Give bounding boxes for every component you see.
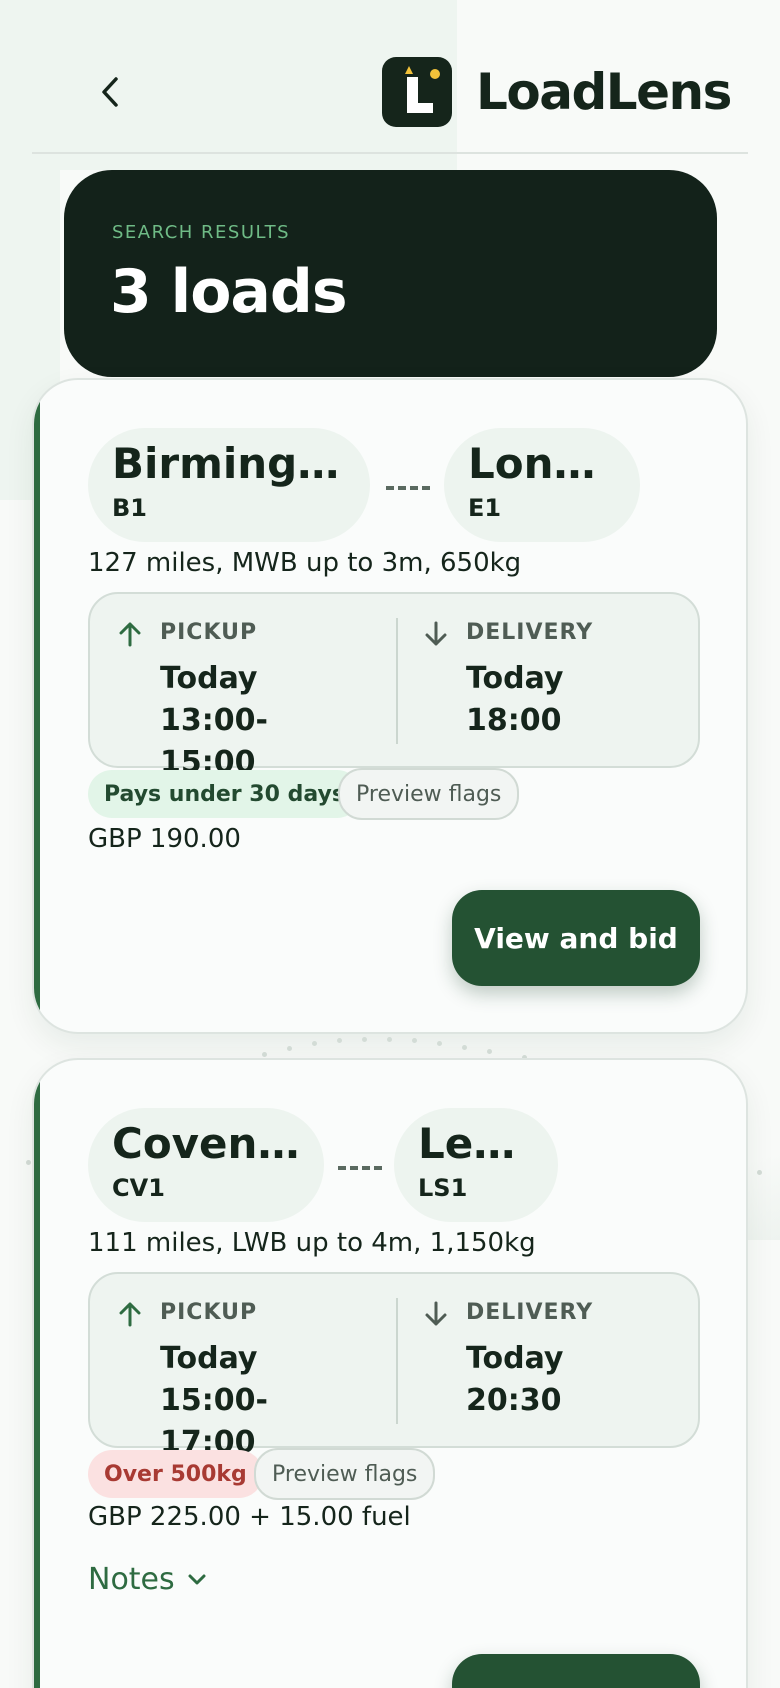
- results-summary-card: SEARCH RESULTS 3 loads: [64, 170, 717, 377]
- schedule-box: PICKUP Today 13:00- 15:00 DELIVERY Today …: [88, 592, 700, 780]
- delivery-label: DELIVERY: [466, 1300, 594, 1325]
- delivery-time: Today 18:00: [466, 661, 564, 738]
- decorative-dot: [26, 1160, 31, 1165]
- load-price: GBP 225.00 + 15.00 fuel: [88, 1502, 411, 1532]
- preview-flags-button[interactable]: Preview flags: [338, 768, 520, 820]
- pickup-label: PICKUP: [160, 1300, 258, 1325]
- load-card: Birmingha... B1 London E1 127 miles, MWB…: [32, 378, 748, 1034]
- arrow-up-icon: [119, 1302, 141, 1327]
- pickup-time: Today 13:00- 15:00: [160, 661, 268, 780]
- app-header: LoadLens: [0, 0, 780, 154]
- decorative-dot: [262, 1052, 267, 1057]
- pickup-label: PICKUP: [160, 620, 258, 645]
- schedule-divider: [396, 618, 398, 744]
- preview-flags-button[interactable]: Preview flags: [254, 1448, 436, 1500]
- destination-postcode: LS1: [418, 1174, 468, 1202]
- notes-label: Notes: [88, 1562, 175, 1597]
- view-and-bid-button[interactable]: [452, 1654, 700, 1688]
- destination-pill: Leeds LS1: [394, 1108, 558, 1222]
- decorative-dot: [337, 1038, 342, 1043]
- arrow-down-icon: [425, 621, 447, 646]
- schedule-box: PICKUP Today 15:00- 17:00 DELIVERY Today …: [88, 1272, 700, 1460]
- card-accent-bar: [34, 1060, 40, 1688]
- decorative-dot: [462, 1045, 467, 1050]
- chevron-down-icon: [188, 1574, 206, 1584]
- weight-warning-badge: Over 500kg: [88, 1450, 263, 1498]
- results-count: 3 loads: [110, 257, 348, 327]
- card-accent-bar: [34, 380, 40, 1032]
- decorative-dot: [437, 1041, 442, 1046]
- origin-postcode: B1: [112, 494, 147, 522]
- payment-terms-badge: Pays under 30 days: [88, 770, 361, 818]
- origin-city: Coventry: [112, 1119, 300, 1168]
- decorative-dot: [287, 1046, 292, 1051]
- delivery-label: DELIVERY: [466, 620, 594, 645]
- results-eyebrow: SEARCH RESULTS: [112, 222, 290, 243]
- decorative-dot: [412, 1038, 417, 1043]
- destination-pill: London E1: [444, 428, 640, 542]
- loadlens-logo-icon: [382, 57, 452, 127]
- destination-postcode: E1: [468, 494, 502, 522]
- load-card: Coventry CV1 Leeds LS1 111 miles, LWB up…: [32, 1058, 748, 1688]
- decorative-dot: [362, 1037, 367, 1042]
- delivery-time: Today 20:30: [466, 1341, 564, 1418]
- origin-pill: Birmingha... B1: [88, 428, 370, 542]
- chevron-left-icon: [102, 77, 118, 107]
- brand-name: LoadLens: [476, 63, 732, 121]
- origin-postcode: CV1: [112, 1174, 165, 1202]
- route-connector: [338, 1166, 382, 1170]
- origin-city: Birmingha...: [112, 439, 346, 488]
- load-details: 111 miles, LWB up to 4m, 1,150kg: [88, 1228, 536, 1258]
- destination-city: London: [468, 439, 616, 488]
- pickup-time: Today 15:00- 17:00: [160, 1341, 268, 1460]
- arrow-down-icon: [425, 1301, 447, 1326]
- notes-toggle[interactable]: Notes: [88, 1562, 207, 1597]
- view-and-bid-button[interactable]: View and bid: [452, 890, 700, 986]
- decorative-dot: [487, 1049, 492, 1054]
- destination-city: Leeds: [418, 1119, 534, 1168]
- back-button[interactable]: [90, 70, 130, 114]
- decorative-dot: [312, 1041, 317, 1046]
- arrow-up-icon: [119, 622, 141, 647]
- schedule-divider: [396, 1298, 398, 1424]
- decorative-dot: [387, 1037, 392, 1042]
- route-connector: [386, 486, 430, 490]
- load-price: GBP 190.00: [88, 824, 241, 854]
- load-details: 127 miles, MWB up to 3m, 650kg: [88, 548, 522, 578]
- header-divider: [32, 152, 748, 154]
- origin-pill: Coventry CV1: [88, 1108, 324, 1222]
- decorative-dot: [757, 1170, 762, 1175]
